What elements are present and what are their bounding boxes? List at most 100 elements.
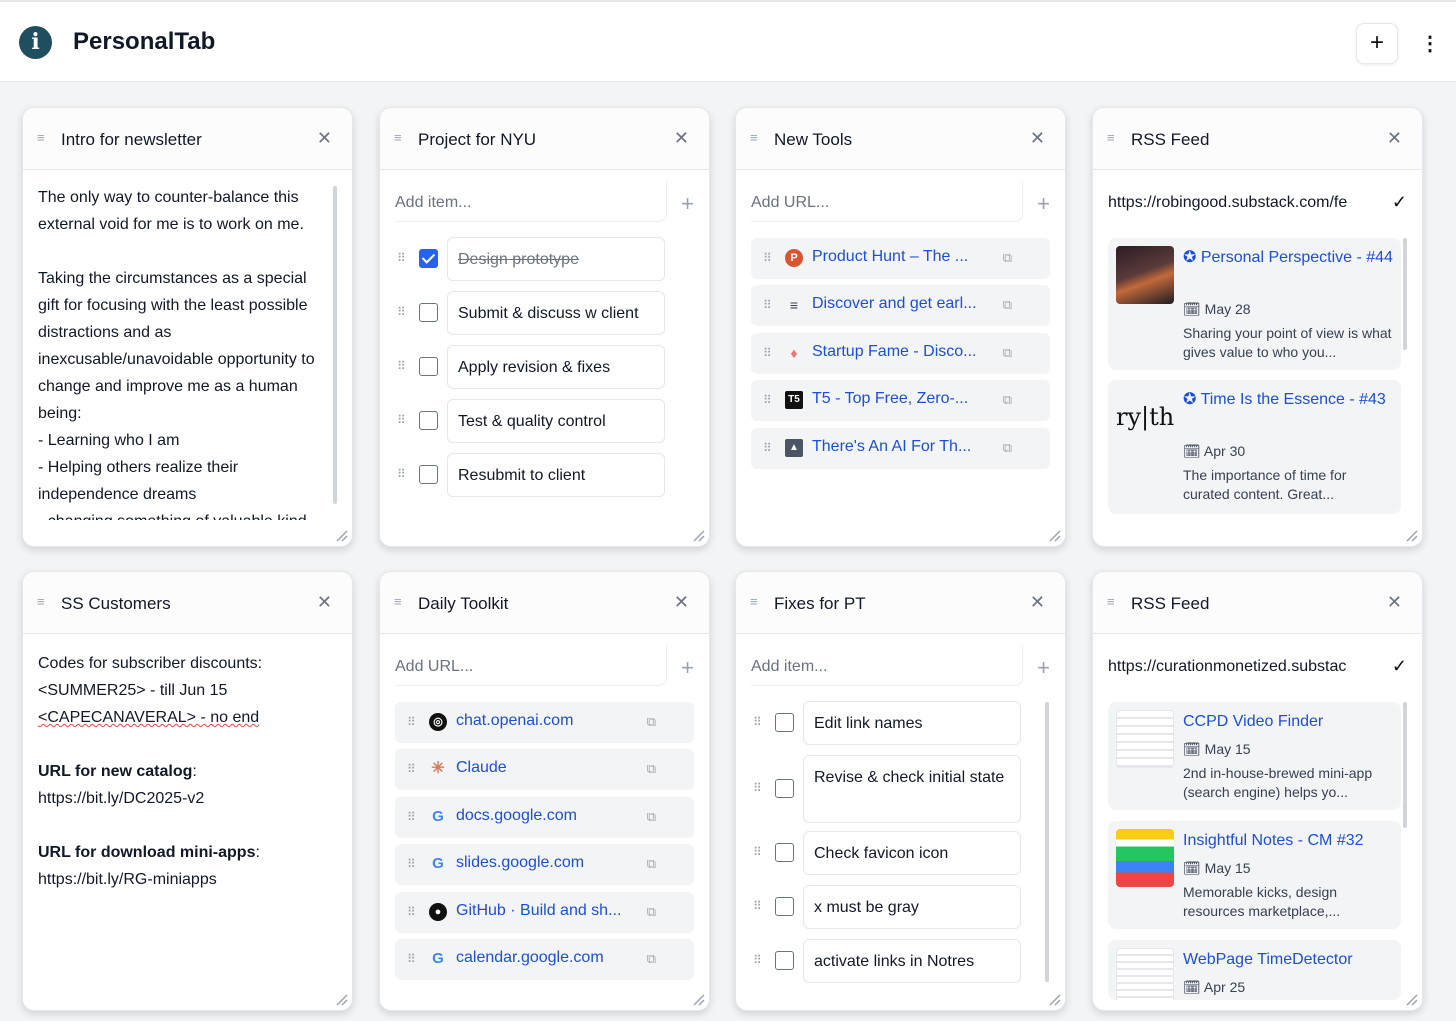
external-link-icon[interactable]: ⧉ — [1003, 345, 1012, 361]
grip-icon[interactable]: ⠿ — [753, 845, 762, 859]
add-widget-button[interactable]: + — [1356, 23, 1398, 64]
add-icon[interactable]: + — [681, 191, 694, 217]
link-item[interactable]: ⠿ ▲ There's An AI For Th... ⧉ — [751, 428, 1050, 469]
close-icon[interactable]: ✕ — [317, 128, 332, 149]
drag-handle-icon[interactable]: ≡ — [1107, 131, 1119, 144]
link-item[interactable]: ⠿ G slides.google.com ⧉ — [395, 844, 694, 885]
link-text[interactable]: There's An AI For Th... — [812, 438, 997, 456]
add-icon[interactable]: + — [681, 655, 694, 681]
grip-icon[interactable]: ⠿ — [753, 899, 762, 913]
close-icon[interactable]: ✕ — [674, 592, 689, 613]
card-header[interactable]: ≡ Intro for newsletter ✕ — [23, 108, 352, 170]
link-item[interactable]: ⠿ ♦ Startup Fame - Disco... ⧉ — [751, 333, 1050, 374]
todo-text[interactable]: Submit & discuss w client — [447, 291, 665, 335]
check-icon[interactable]: ✓ — [1392, 192, 1407, 213]
feed-url-row[interactable]: https://robingood.substack.com/fe ✓ — [1108, 182, 1407, 234]
grip-icon[interactable]: ⠿ — [407, 810, 416, 824]
link-text[interactable]: Startup Fame - Disco... — [812, 343, 997, 361]
external-link-icon[interactable]: ⧉ — [1003, 297, 1012, 313]
resize-handle-icon[interactable] — [1402, 990, 1418, 1006]
grip-icon[interactable]: ⠿ — [763, 393, 772, 407]
grip-icon[interactable]: ⠿ — [407, 905, 416, 919]
resize-handle-icon[interactable] — [689, 526, 705, 542]
add-icon[interactable]: + — [1037, 655, 1050, 681]
resize-handle-icon[interactable] — [332, 990, 348, 1006]
feed-url-input[interactable]: https://curationmonetized.substac — [1108, 658, 1371, 676]
add-url-row[interactable]: Add URL... + — [751, 182, 1050, 234]
grip-icon[interactable]: ⠿ — [397, 359, 406, 373]
external-link-icon[interactable]: ⧉ — [647, 904, 656, 920]
drag-handle-icon[interactable]: ≡ — [750, 131, 762, 144]
external-link-icon[interactable]: ⧉ — [647, 714, 656, 730]
more-menu-button[interactable]: ⋮ — [1418, 30, 1442, 58]
todo-checkbox[interactable] — [775, 843, 794, 862]
link-text[interactable]: chat.openai.com — [456, 712, 641, 730]
close-icon[interactable]: ✕ — [1030, 592, 1045, 613]
close-icon[interactable]: ✕ — [1030, 128, 1045, 149]
add-icon[interactable]: + — [1037, 191, 1050, 217]
link-text[interactable]: Claude — [456, 759, 641, 777]
todo-text[interactable]: Test & quality control — [447, 399, 665, 443]
link-item[interactable]: ⠿ ✳ Claude ⧉ — [395, 749, 694, 790]
drag-handle-icon[interactable]: ≡ — [37, 131, 49, 144]
grip-icon[interactable]: ⠿ — [407, 762, 416, 776]
todo-checkbox[interactable] — [419, 465, 438, 484]
todo-text[interactable]: Resubmit to client — [447, 453, 665, 497]
resize-handle-icon[interactable] — [1045, 526, 1061, 542]
grip-icon[interactable]: ⠿ — [763, 346, 772, 360]
todo-text[interactable]: Revise & check initial state — [803, 755, 1021, 823]
card-header[interactable]: ≡ SS Customers ✕ — [23, 572, 352, 634]
link-item[interactable]: ⠿ G docs.google.com ⧉ — [395, 797, 694, 838]
todo-checkbox[interactable] — [775, 897, 794, 916]
close-icon[interactable]: ✕ — [674, 128, 689, 149]
notes-text[interactable]: The only way to counter-balance this ext… — [23, 170, 328, 520]
feed-item[interactable]: Insightful Notes - CM #32 🗓 May 15 Memor… — [1108, 821, 1401, 929]
external-link-icon[interactable]: ⧉ — [647, 761, 656, 777]
external-link-icon[interactable]: ⧉ — [1003, 392, 1012, 408]
todo-checkbox[interactable] — [419, 357, 438, 376]
resize-handle-icon[interactable] — [332, 526, 348, 542]
external-link-icon[interactable]: ⧉ — [647, 951, 656, 967]
todo-checkbox[interactable] — [419, 411, 438, 430]
drag-handle-icon[interactable]: ≡ — [750, 595, 762, 608]
feed-item[interactable]: CCPD Video Finder 🗓 May 15 2nd in-house-… — [1108, 702, 1401, 810]
link-text[interactable]: Discover and get earl... — [812, 295, 997, 313]
card-header[interactable]: ≡ Project for NYU ✕ — [380, 108, 709, 170]
todo-checkbox[interactable] — [419, 303, 438, 322]
feed-item-title[interactable]: ✪ Time Is the Essence - #43 — [1183, 388, 1393, 411]
close-icon[interactable]: ✕ — [1387, 128, 1402, 149]
link-item[interactable]: ⠿ ◎ chat.openai.com ⧉ — [395, 702, 694, 743]
todo-text[interactable]: Check favicon icon — [803, 831, 1021, 875]
card-header[interactable]: ≡ RSS Feed ✕ — [1093, 572, 1422, 634]
grip-icon[interactable]: ⠿ — [397, 413, 406, 427]
close-icon[interactable]: ✕ — [1387, 592, 1402, 613]
grip-icon[interactable]: ⠿ — [407, 857, 416, 871]
add-url-row[interactable]: Add URL... + — [395, 646, 694, 698]
grip-icon[interactable]: ⠿ — [763, 441, 772, 455]
feed-item[interactable]: ✪ Personal Perspective - #44 🗓 May 28 Sh… — [1108, 238, 1401, 370]
grip-icon[interactable]: ⠿ — [763, 298, 772, 312]
external-link-icon[interactable]: ⧉ — [1003, 250, 1012, 266]
todo-checkbox[interactable] — [775, 779, 794, 798]
drag-handle-icon[interactable]: ≡ — [37, 595, 49, 608]
grip-icon[interactable]: ⠿ — [397, 251, 406, 265]
feed-url-input[interactable]: https://robingood.substack.com/fe — [1108, 194, 1371, 212]
link-text[interactable]: T5 - Top Free, Zero-... — [812, 390, 997, 408]
resize-handle-icon[interactable] — [1045, 990, 1061, 1006]
link-text[interactable]: calendar.google.com — [456, 949, 641, 967]
grip-icon[interactable]: ⠿ — [753, 715, 762, 729]
card-header[interactable]: ≡ Fixes for PT ✕ — [736, 572, 1065, 634]
drag-handle-icon[interactable]: ≡ — [394, 131, 406, 144]
grip-icon[interactable]: ⠿ — [397, 467, 406, 481]
add-item-row[interactable]: Add item... + — [395, 182, 694, 234]
todo-text[interactable]: Design prototype — [447, 237, 665, 281]
external-link-icon[interactable]: ⧉ — [647, 856, 656, 872]
link-item[interactable]: ⠿ ● GitHub · Build and sh... ⧉ — [395, 892, 694, 933]
external-link-icon[interactable]: ⧉ — [647, 809, 656, 825]
todo-text[interactable]: activate links in Notres — [803, 939, 1021, 983]
link-text[interactable]: GitHub · Build and sh... — [456, 902, 641, 920]
feed-item-title[interactable]: ✪ Personal Perspective - #44 — [1183, 246, 1393, 269]
grip-icon[interactable]: ⠿ — [407, 952, 416, 966]
link-item[interactable]: ⠿ T5 T5 - Top Free, Zero-... ⧉ — [751, 380, 1050, 421]
external-link-icon[interactable]: ⧉ — [1003, 440, 1012, 456]
